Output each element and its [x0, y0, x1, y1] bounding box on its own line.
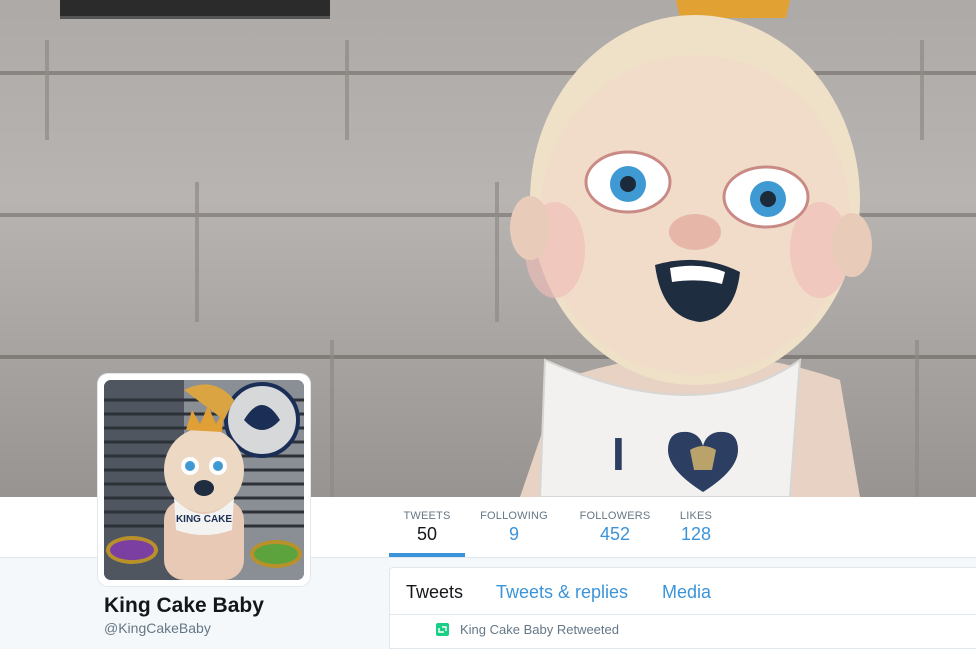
stat-label: FOLLOWERS [579, 510, 651, 522]
svg-text:I: I [612, 428, 625, 480]
stat-value: 452 [599, 524, 631, 544]
stat-label: FOLLOWING [480, 510, 548, 522]
stat-label: LIKES [679, 510, 713, 522]
stat-value: 128 [680, 524, 712, 544]
stat-likes[interactable]: LIKES 128 [672, 497, 720, 557]
stat-value: 9 [508, 524, 519, 544]
avatar-photo: KING CAKE [104, 380, 304, 580]
profile-name[interactable]: King Cake Baby [104, 594, 264, 618]
retweet-notice[interactable]: King Cake Baby Retweeted [460, 622, 619, 637]
stat-label: TWEETS [403, 510, 451, 522]
timeline-tabs: Tweets Tweets & replies Media [390, 568, 976, 615]
timeline-panel: Tweets Tweets & replies Media King Cake … [389, 567, 976, 649]
svg-text:KING CAKE: KING CAKE [176, 514, 232, 525]
stat-tweets[interactable]: TWEETS 50 [389, 497, 465, 557]
active-tab-indicator [389, 553, 465, 557]
stat-following[interactable]: FOLLOWING 9 [477, 497, 551, 557]
stat-value: 50 [416, 524, 438, 544]
profile-avatar[interactable]: KING CAKE [98, 374, 310, 586]
retweet-icon [436, 623, 449, 636]
profile-handle[interactable]: @KingCakeBaby [104, 620, 211, 636]
avatar-image: KING CAKE [104, 380, 304, 580]
tab-tweets-and-replies[interactable]: Tweets & replies [496, 582, 628, 603]
tab-tweets[interactable]: Tweets [406, 582, 463, 603]
tab-media[interactable]: Media [662, 582, 711, 603]
stat-followers[interactable]: FOLLOWERS 452 [575, 497, 655, 557]
